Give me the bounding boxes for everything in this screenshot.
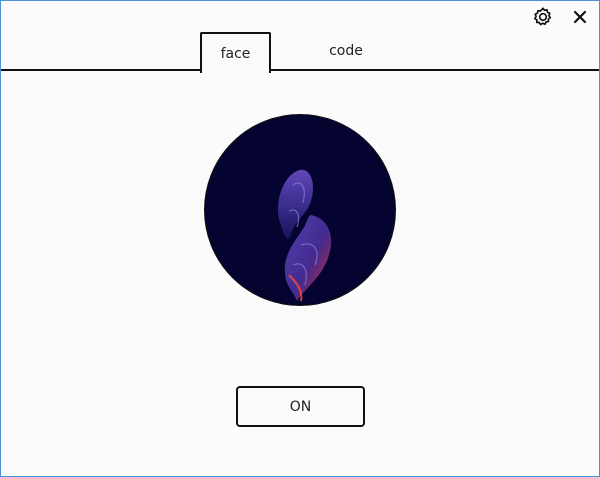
tab-code-label: code [329,43,363,59]
tab-code[interactable]: code [311,32,381,70]
face-avatar [204,114,396,306]
close-icon [573,10,587,24]
app-window: face code ON [0,0,600,477]
tab-bar-divider [1,69,599,71]
abstract-swirl-image [277,169,332,302]
tab-face[interactable]: face [200,32,271,73]
toggle-on-button[interactable]: ON [236,386,365,427]
close-button[interactable] [567,4,593,30]
gear-icon [533,7,552,26]
toggle-on-label: ON [289,398,312,415]
tab-face-label: face [220,45,251,62]
titlebar [1,1,599,31]
settings-button[interactable] [530,4,556,30]
